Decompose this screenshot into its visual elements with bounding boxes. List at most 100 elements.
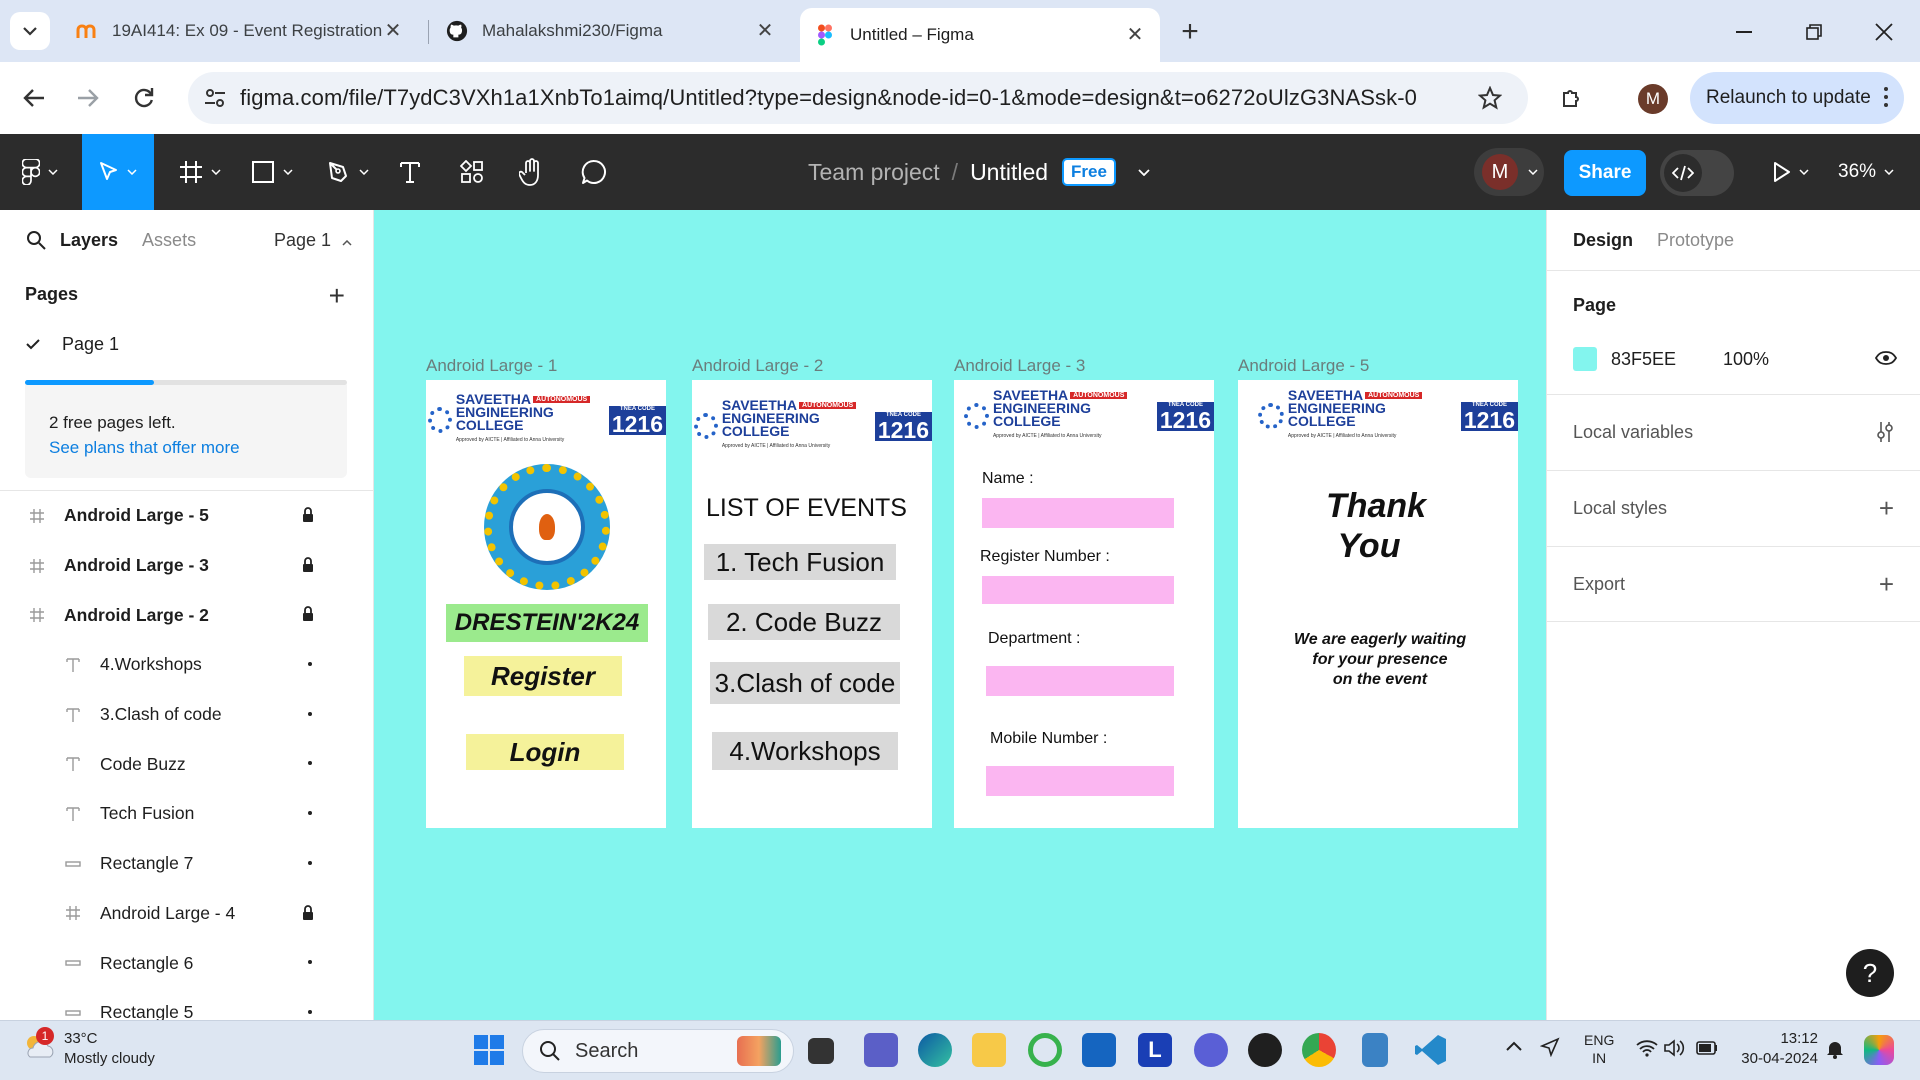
department-input[interactable]: [986, 666, 1174, 696]
main-menu-button[interactable]: [0, 134, 80, 210]
shape-tool[interactable]: [242, 134, 302, 210]
site-settings-icon[interactable]: [204, 88, 226, 108]
taskbar-search[interactable]: Search: [522, 1029, 794, 1073]
add-page-button[interactable]: +: [329, 280, 345, 312]
search-icon[interactable]: [26, 230, 46, 250]
pen-tool[interactable]: [318, 134, 378, 210]
close-window-button[interactable]: [1864, 14, 1904, 50]
hand-tool[interactable]: [514, 134, 550, 210]
teams-icon[interactable]: [864, 1033, 898, 1067]
page-color-hex[interactable]: 83F5EE: [1611, 349, 1676, 370]
page-item-page-1[interactable]: Page 1: [0, 318, 373, 370]
more-vert-icon[interactable]: [1884, 86, 1888, 108]
text-tool[interactable]: [392, 134, 428, 210]
store-icon[interactable]: [1082, 1033, 1116, 1067]
frame-label[interactable]: Android Large - 2: [692, 356, 823, 376]
resources-tool[interactable]: [454, 134, 490, 210]
start-button[interactable]: [474, 1035, 504, 1065]
l-app-icon[interactable]: L: [1138, 1033, 1172, 1067]
extensions-button[interactable]: [1550, 76, 1594, 120]
page-selector[interactable]: Page 1: [274, 230, 352, 251]
move-tool[interactable]: [82, 134, 154, 210]
layer-row[interactable]: Tech Fusion: [0, 789, 373, 839]
close-tab-icon[interactable]: ✕: [754, 20, 776, 42]
chevron-up-icon[interactable]: [1506, 1041, 1522, 1051]
event-item[interactable]: 2. Code Buzz: [708, 604, 900, 640]
lock-icon[interactable]: [302, 904, 314, 921]
layer-row[interactable]: 3.Clash of code: [0, 690, 373, 740]
vscode-icon[interactable]: [1414, 1033, 1448, 1067]
tab-layers[interactable]: Layers: [60, 230, 118, 251]
notification-bell-icon[interactable]: [1826, 1039, 1844, 1059]
frame-android-large-1[interactable]: SAVEETHA AUTONOMOUS ENGINEERING COLLEGE A…: [426, 380, 666, 828]
chevron-down-icon[interactable]: [1138, 168, 1150, 176]
layer-row[interactable]: Rectangle 5: [0, 988, 373, 1020]
layer-row[interactable]: Rectangle 6: [0, 938, 373, 988]
zoom-menu[interactable]: 36%: [1838, 134, 1894, 210]
layer-row[interactable]: Android Large - 5: [0, 491, 373, 541]
wifi-icon[interactable]: [1636, 1039, 1658, 1057]
app-icon[interactable]: [1028, 1033, 1062, 1067]
browser-profile-avatar[interactable]: M: [1638, 84, 1668, 114]
frame-label[interactable]: Android Large - 3: [954, 356, 1085, 376]
layer-row[interactable]: 4.Workshops: [0, 640, 373, 690]
page-color-opacity[interactable]: 100%: [1723, 349, 1769, 370]
frame-android-large-3[interactable]: SAVEETHA AUTONOMOUS ENGINEERING COLLEGE A…: [954, 380, 1214, 828]
back-button[interactable]: [12, 76, 56, 120]
local-variables-section[interactable]: Local variables: [1547, 394, 1920, 470]
add-export-icon[interactable]: +: [1879, 569, 1894, 600]
event-item[interactable]: 4.Workshops: [712, 732, 898, 770]
battery-icon[interactable]: [1696, 1041, 1718, 1055]
language-indicator[interactable]: ENG IN: [1584, 1031, 1614, 1067]
relaunch-button[interactable]: Relaunch to update: [1690, 72, 1904, 124]
tab-assets[interactable]: Assets: [142, 230, 196, 251]
layer-row[interactable]: Android Large - 2: [0, 590, 373, 640]
layer-row[interactable]: Android Large - 4: [0, 889, 373, 939]
arc-app-icon[interactable]: [1194, 1033, 1228, 1067]
frame-tool[interactable]: [170, 134, 230, 210]
tab-search-button[interactable]: [10, 12, 50, 50]
edge-icon[interactable]: [918, 1033, 952, 1067]
variables-settings-icon[interactable]: [1876, 421, 1894, 443]
export-section[interactable]: Export +: [1547, 546, 1920, 622]
lock-icon[interactable]: [302, 556, 314, 573]
page-color-swatch[interactable]: [1573, 347, 1597, 371]
lock-icon[interactable]: [302, 507, 314, 523]
present-button[interactable]: [1766, 134, 1816, 210]
file-name[interactable]: Untitled: [970, 159, 1048, 186]
reload-button[interactable]: [122, 76, 166, 120]
login-button[interactable]: Login: [466, 734, 624, 770]
location-icon[interactable]: [1540, 1037, 1560, 1057]
dev-mode-toggle[interactable]: [1660, 150, 1734, 196]
close-tab-icon[interactable]: ✕: [382, 20, 404, 42]
layer-row[interactable]: Rectangle 7: [0, 839, 373, 889]
local-styles-section[interactable]: Local styles +: [1547, 470, 1920, 546]
file-title[interactable]: Team project / Untitled Free: [808, 134, 1150, 210]
lock-icon[interactable]: [302, 606, 314, 622]
file-explorer-icon[interactable]: [972, 1033, 1006, 1067]
chevron-down-icon[interactable]: [1528, 169, 1538, 175]
tab-design[interactable]: Design: [1573, 230, 1633, 251]
minimize-button[interactable]: [1724, 14, 1764, 50]
weather-widget[interactable]: 1: [22, 1027, 56, 1065]
share-button[interactable]: Share: [1564, 150, 1646, 196]
mobile-number-input[interactable]: [986, 766, 1174, 796]
close-tab-icon[interactable]: ✕: [1124, 24, 1146, 46]
clock[interactable]: 13:12 30-04-2024: [1734, 1029, 1818, 1069]
add-style-icon[interactable]: +: [1879, 493, 1894, 524]
project-name[interactable]: Team project: [808, 159, 940, 186]
frame-label[interactable]: Android Large - 5: [1238, 356, 1369, 376]
new-tab-button[interactable]: +: [1172, 14, 1208, 50]
tab-prototype[interactable]: Prototype: [1657, 230, 1734, 251]
github-desktop-icon[interactable]: [1248, 1033, 1282, 1067]
browser-tab-figma[interactable]: Untitled – Figma ✕: [800, 8, 1160, 62]
register-button[interactable]: Register: [464, 656, 622, 696]
eye-icon[interactable]: [1875, 351, 1897, 365]
layer-row[interactable]: Android Large - 3: [0, 541, 373, 591]
user-avatar[interactable]: M: [1482, 154, 1518, 190]
weather-text[interactable]: 33°C Mostly cloudy: [64, 1029, 155, 1069]
chrome-icon[interactable]: [1302, 1033, 1336, 1067]
notepad-icon[interactable]: [1362, 1033, 1388, 1067]
browser-tab-moodle[interactable]: 19AI414: Ex 09 - Event Registration ✕: [62, 8, 418, 54]
layer-row[interactable]: Code Buzz: [0, 739, 373, 789]
